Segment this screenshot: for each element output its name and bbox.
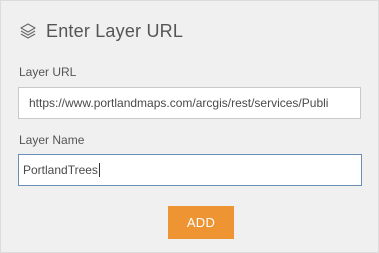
add-button[interactable]: ADD: [168, 206, 234, 239]
enter-layer-url-panel: Enter Layer URL Layer URL https://www.po…: [0, 0, 379, 253]
page-title: Enter Layer URL: [46, 20, 184, 41]
layer-url-input[interactable]: https://www.portlandmaps.com/arcgis/rest…: [18, 87, 361, 119]
layer-name-input[interactable]: PortlandTrees: [18, 154, 362, 186]
layer-name-label: Layer Name: [19, 133, 85, 147]
layers-icon: [19, 22, 37, 40]
layer-url-value: https://www.portlandmaps.com/arcgis/rest…: [29, 96, 329, 110]
layer-name-value: PortlandTrees: [23, 163, 98, 177]
layer-url-label: Layer URL: [19, 65, 77, 79]
panel-header: Enter Layer URL: [19, 19, 183, 43]
text-caret: [98, 163, 100, 177]
